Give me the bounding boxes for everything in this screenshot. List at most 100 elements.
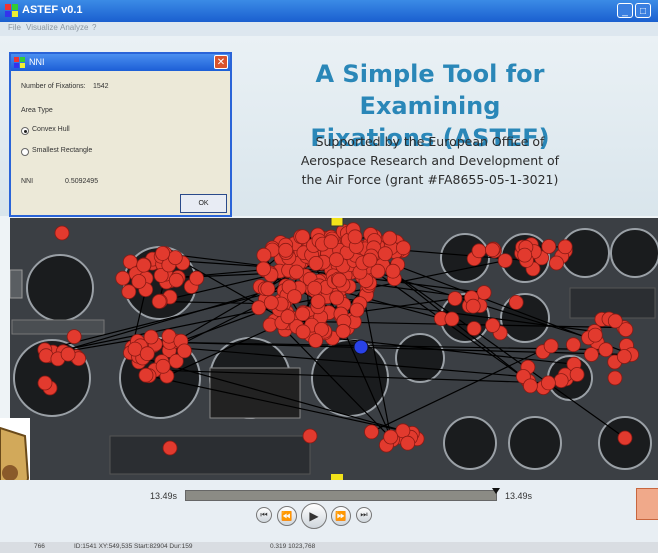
fixation-point xyxy=(295,306,311,322)
dialog-title: NNI xyxy=(29,57,45,67)
attitude-indicator xyxy=(209,367,301,419)
fixation-point xyxy=(168,272,184,288)
skip-back-icon[interactable]: ⏮ xyxy=(256,507,272,523)
fixation-point xyxy=(189,270,205,286)
convex-hull-label: Convex Hull xyxy=(32,126,70,133)
fixation-point xyxy=(598,342,614,358)
ok-button[interactable]: OK xyxy=(180,194,227,213)
time-start-label: 13.49s xyxy=(150,491,178,501)
fixation-point xyxy=(251,300,267,316)
fixation-point xyxy=(543,338,559,354)
menu-help[interactable]: ? xyxy=(92,23,96,32)
fixation-point xyxy=(151,294,167,309)
fixation-point xyxy=(607,370,623,386)
fixation-point xyxy=(447,291,463,306)
fixation-point xyxy=(607,313,623,329)
fixation-point xyxy=(523,378,538,394)
marker-top xyxy=(330,215,344,227)
fixation-point xyxy=(553,373,569,389)
fixation-point xyxy=(517,247,533,263)
fixation-point xyxy=(307,280,323,296)
menu-analyze[interactable]: Analyze xyxy=(60,23,88,32)
skip-forward-icon[interactable]: ⏭ xyxy=(356,507,372,523)
nni-dialog: NNI ✕ Number of Fixations: 1542 Area Typ… xyxy=(9,52,232,217)
banner-sub-line2: Aerospace Research and Development of xyxy=(300,153,560,168)
close-icon[interactable]: ✕ xyxy=(214,55,228,69)
fixation-point xyxy=(400,435,416,451)
fixation-point xyxy=(465,298,481,314)
timeline-track[interactable] xyxy=(185,488,500,501)
smallest-rectangle-label: Smallest Rectangle xyxy=(32,147,93,154)
fixation-plot[interactable] xyxy=(9,215,658,482)
fixation-point xyxy=(308,333,324,348)
status-frame: 766 xyxy=(34,543,45,550)
fixation-point xyxy=(278,242,294,258)
fixation-point xyxy=(385,263,401,279)
fixation-point xyxy=(115,270,131,286)
fixation-point xyxy=(263,295,279,310)
banner-title-line1: A Simple Tool for Examining xyxy=(315,60,545,120)
minimize-button[interactable]: _ xyxy=(617,3,633,18)
fixation-point xyxy=(155,358,171,374)
fixation-point xyxy=(295,324,311,340)
convex-hull-radio[interactable] xyxy=(21,127,29,135)
fixation-point xyxy=(541,375,556,391)
fixation-point xyxy=(37,375,53,391)
side-switches xyxy=(9,269,23,299)
fixation-point xyxy=(138,367,154,383)
button-strip xyxy=(11,319,105,335)
fixation-point xyxy=(549,255,564,271)
fast-forward-icon[interactable]: ⏩ xyxy=(331,506,351,526)
fixation-point xyxy=(382,230,398,246)
record-button[interactable] xyxy=(636,488,658,520)
fixation-point xyxy=(139,346,155,362)
fixation-point xyxy=(308,256,324,271)
fixation-point xyxy=(584,347,599,362)
fixation-point xyxy=(471,243,487,259)
fixation-point xyxy=(377,246,393,262)
dialog-app-icon xyxy=(14,57,25,68)
fixation-point xyxy=(617,430,633,446)
fixation-point xyxy=(287,289,302,304)
fixation-point xyxy=(587,327,603,343)
fixations-value: 1542 xyxy=(93,83,109,90)
fixation-point xyxy=(557,239,573,255)
fixation-point xyxy=(328,252,344,268)
fixation-point xyxy=(466,321,482,336)
fixation-point xyxy=(289,264,304,280)
current-fixation-point xyxy=(353,339,369,355)
fixation-point xyxy=(395,240,411,256)
fixation-point xyxy=(131,274,147,289)
cockpit-panel xyxy=(9,215,658,482)
fixation-point xyxy=(302,428,318,444)
menu-visualize[interactable]: Visualize xyxy=(26,23,58,32)
fixation-point xyxy=(484,242,500,258)
banner-sub-line1: Supported by the European Office of xyxy=(315,134,545,149)
status-bar: 766 ID:1541 XY:549,535 Start:82904 Dur:1… xyxy=(0,542,658,553)
fixation-point xyxy=(395,423,411,439)
fixation-point xyxy=(66,329,82,344)
maximize-button[interactable]: □ xyxy=(635,3,651,18)
fixation-point xyxy=(364,424,379,440)
fixation-point xyxy=(295,229,311,245)
fixation-point xyxy=(331,272,347,288)
window-title-bar: ASTEF v0.1 _ □ xyxy=(0,0,658,22)
smallest-rectangle-radio[interactable] xyxy=(21,148,29,156)
rewind-icon[interactable]: ⏪ xyxy=(277,506,297,526)
fixation-point xyxy=(347,229,363,245)
fixation-point xyxy=(485,318,501,333)
nni-label: NNI xyxy=(21,178,34,185)
fixation-point xyxy=(323,234,339,250)
window-title: ASTEF v0.1 xyxy=(22,4,83,16)
fixation-point xyxy=(362,252,378,268)
fixation-point xyxy=(476,285,492,300)
fixation-point xyxy=(508,295,524,310)
menu-file[interactable]: File xyxy=(8,23,21,32)
nni-value: 0.5092495 xyxy=(65,178,99,185)
radio-stack xyxy=(109,435,311,475)
fixation-point xyxy=(310,294,326,309)
fixation-point xyxy=(497,253,513,268)
fixation-point xyxy=(566,337,581,353)
play-icon[interactable]: ▶ xyxy=(301,503,327,529)
timeline-thumb[interactable] xyxy=(492,488,500,494)
